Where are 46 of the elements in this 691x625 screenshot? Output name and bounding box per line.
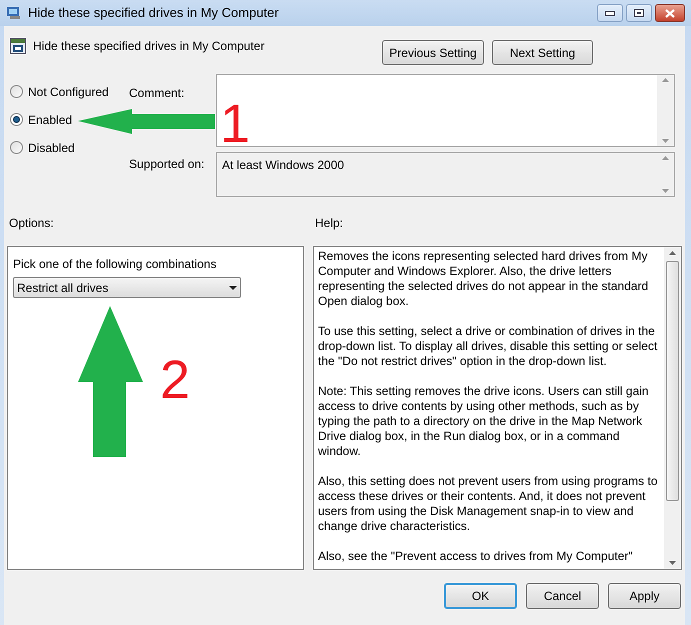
supported-on-value: At least Windows 2000: [221, 157, 346, 174]
next-setting-button[interactable]: Next Setting: [492, 40, 593, 65]
supported-on-label: Supported on:: [129, 156, 204, 173]
policy-icon: [10, 38, 26, 54]
maximize-button[interactable]: [626, 4, 652, 22]
scrollbar[interactable]: [664, 247, 681, 569]
comment-label: Comment:: [129, 85, 184, 102]
cancel-button[interactable]: Cancel: [526, 583, 599, 609]
apply-button[interactable]: Apply: [608, 583, 681, 609]
help-paragraph: Removes the icons representing selected hard drives from My Computer and Windows Explorer. Also, the drive letters representing the selected drives do not appear in the standard Open dialog box.: [318, 249, 650, 309]
computer-icon: [6, 6, 22, 20]
options-label: Options:: [8, 215, 55, 232]
drives-dropdown[interactable]: Restrict all drives: [13, 277, 241, 298]
annotation-number: 2: [160, 350, 190, 410]
down-arrow-icon: [662, 139, 669, 143]
help-paragraph: To use this setting, select a drive or combination of drives in the drop-down list. To display all drives, disable this setting or select the "Do not restrict drives" option in the drop-down list.: [318, 324, 658, 369]
annotation-number: 1: [220, 94, 250, 154]
minimize-icon: [605, 10, 615, 16]
setting-title: Hide these specified drives in My Computer: [33, 38, 264, 55]
dropdown-arrow-icon: [229, 286, 237, 290]
window-title: Hide these specified drives in My Computer: [28, 4, 279, 22]
radio-button[interactable]: [10, 141, 23, 154]
radio-label: Disabled: [28, 140, 75, 156]
minimize-button[interactable]: [597, 4, 623, 22]
up-arrow-icon: [662, 156, 669, 160]
help-paragraph: Also, see the "Prevent access to drives from My Computer": [318, 549, 634, 564]
scrollbar-thumb[interactable]: [666, 261, 679, 501]
up-arrow-icon: [669, 251, 676, 255]
close-icon: [665, 8, 675, 18]
help-label: Help:: [314, 215, 344, 232]
scrollbar[interactable]: [657, 75, 674, 146]
up-arrow-icon: [662, 78, 669, 82]
close-button[interactable]: [655, 4, 685, 22]
down-arrow-icon: [662, 189, 669, 193]
maximize-icon: [634, 9, 644, 17]
down-arrow-icon: [669, 561, 676, 565]
help-paragraph: Note: This setting removes the drive icons. Users can still gain access to drive contents by using other methods, such as by typing the path to a directory on the drive in the Map Network Drive dialog box, in the Run dialog box, or in a command window.: [318, 384, 650, 459]
radio-button[interactable]: [10, 113, 23, 126]
help-paragraph: Also, this setting does not prevent users from using programs to access these drives or their contents. And, it does not prevent users from using the Disk Management snap-in to view and change drive characteristics.: [318, 474, 658, 534]
previous-setting-button[interactable]: Previous Setting: [382, 40, 484, 65]
radio-button[interactable]: [10, 85, 23, 98]
ok-button[interactable]: OK: [444, 583, 517, 609]
options-prompt: Pick one of the following combinations: [13, 256, 218, 273]
comment-field[interactable]: [216, 74, 675, 147]
radio-label: Not Configured: [28, 84, 109, 100]
radio-label: Enabled: [28, 112, 72, 128]
